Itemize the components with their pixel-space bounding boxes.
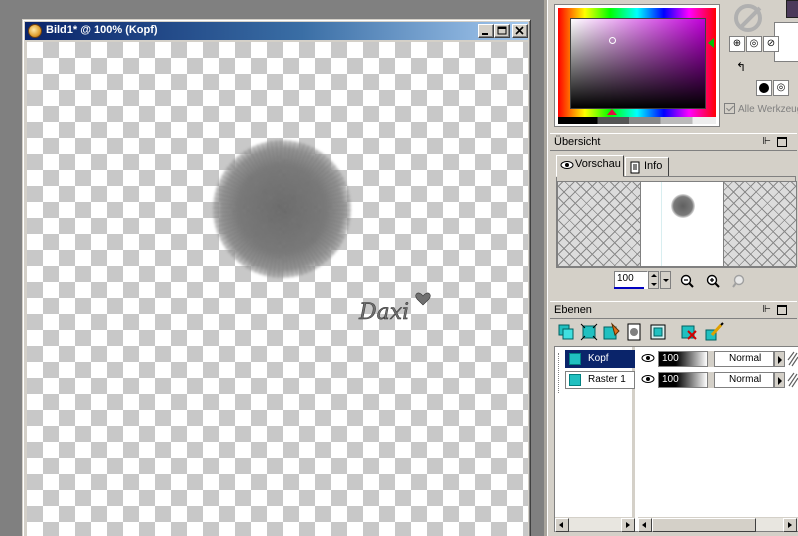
- all-tools-label: Alle Werkzeuge: [738, 104, 798, 115]
- preview-thumbnail: [671, 194, 695, 218]
- new-vector-layer-icon[interactable]: [579, 322, 599, 342]
- tab-preview[interactable]: Vorschau: [556, 155, 624, 177]
- new-adjustment-layer-icon[interactable]: [648, 322, 668, 342]
- layers-palette-header[interactable]: Ebenen ⊩: [550, 301, 797, 319]
- palette-dock: ⊕ ◎ ⊘ ↰ ◎ Alle Werkzeuge Übersicht ⊩ Vor…: [547, 0, 798, 536]
- minimize-button[interactable]: [478, 24, 494, 38]
- no-style-icon[interactable]: ⊘: [763, 36, 779, 52]
- blend-mode-arrow[interactable]: [774, 372, 785, 388]
- maximize-button[interactable]: [494, 24, 510, 38]
- foreground-color-swatch[interactable]: [786, 0, 798, 18]
- layers-list: Kopf Raster 1 100 Normal 100 Normal: [554, 346, 798, 532]
- layers-tree-scrollbar[interactable]: [555, 517, 635, 532]
- preview-viewport-line: [661, 182, 662, 266]
- gradient-style-icon[interactable]: ◎: [746, 36, 762, 52]
- scroll-left-icon[interactable]: [638, 518, 652, 532]
- layers-properties-pane: 100 Normal 100 Normal: [638, 347, 798, 517]
- grayscale-strip[interactable]: [558, 117, 716, 124]
- tab-info[interactable]: Info: [625, 157, 669, 177]
- scrollbar-thumb[interactable]: [652, 518, 756, 532]
- watermark-text: Daxi: [358, 300, 409, 325]
- color-picker-dot[interactable]: [609, 37, 616, 44]
- layer-thumbnail-icon: [569, 353, 581, 365]
- image-canvas[interactable]: Daxi: [27, 42, 528, 536]
- new-raster-layer-icon[interactable]: [556, 322, 576, 342]
- palette-maximize-icon[interactable]: [777, 137, 787, 147]
- visibility-eye-icon[interactable]: [641, 374, 655, 384]
- blend-mode-select[interactable]: Normal: [714, 351, 774, 367]
- zoom-fit-icon[interactable]: [731, 273, 747, 289]
- layers-properties-scrollbar[interactable]: [638, 517, 798, 532]
- tab-info-label: Info: [644, 160, 663, 172]
- new-mask-layer-icon[interactable]: [625, 322, 645, 342]
- lock-transparency-icon[interactable]: [787, 351, 798, 367]
- blend-mode-arrow[interactable]: [774, 351, 785, 367]
- hue-marker-bottom: [607, 109, 617, 115]
- layer-properties-row: 100 Normal: [638, 350, 798, 368]
- scroll-right-icon[interactable]: [783, 518, 797, 532]
- saturation-lightness-box[interactable]: [570, 18, 706, 109]
- layers-tree-pane: Kopf Raster 1: [555, 347, 635, 517]
- layer-properties-row: 100 Normal: [638, 371, 798, 389]
- layers-title: Ebenen: [554, 304, 592, 316]
- zoom-spinner[interactable]: [648, 271, 659, 289]
- pin-icon[interactable]: ⊩: [762, 304, 771, 315]
- zoom-dropdown[interactable]: [660, 271, 671, 289]
- document-title: Bild1* @ 100% (Kopf): [46, 24, 158, 36]
- scroll-right-icon[interactable]: [621, 518, 635, 532]
- all-tools-checkbox[interactable]: [724, 103, 735, 114]
- zoom-in-icon[interactable]: [705, 273, 721, 289]
- black-color-dot: [759, 83, 769, 93]
- hue-marker-right: [708, 38, 714, 48]
- document-window[interactable]: Bild1* @ 100% (Kopf) Daxi: [22, 19, 531, 536]
- all-tools-option[interactable]: Alle Werkzeuge: [724, 103, 798, 115]
- zoom-input-underline: [614, 287, 644, 289]
- document-titlebar[interactable]: Bild1* @ 100% (Kopf): [25, 22, 528, 40]
- fur-ball-image: [213, 140, 351, 278]
- scroll-left-icon[interactable]: [555, 518, 569, 532]
- overview-title: Übersicht: [554, 136, 601, 148]
- transparent-style-icon[interactable]: [734, 4, 762, 32]
- zoom-out-icon[interactable]: [679, 273, 695, 289]
- lock-transparency-icon[interactable]: [787, 372, 798, 388]
- tab-preview-label: Vorschau: [575, 158, 621, 170]
- preview-page: [640, 182, 724, 266]
- eye-icon: [560, 161, 574, 169]
- hue-spectrum[interactable]: [558, 8, 716, 117]
- layer-thumbnail-icon: [569, 374, 581, 386]
- color-style-icon[interactable]: ⊕: [729, 36, 745, 52]
- new-art-media-layer-icon[interactable]: [602, 322, 622, 342]
- close-icon: [515, 26, 524, 35]
- paint-shop-pro-icon[interactable]: [28, 24, 42, 38]
- opacity-slider[interactable]: 100: [658, 372, 708, 388]
- visibility-eye-icon[interactable]: [641, 353, 655, 363]
- opacity-slider[interactable]: 100: [658, 351, 708, 367]
- close-button[interactable]: [512, 24, 528, 38]
- color-palette[interactable]: [554, 4, 720, 127]
- palette-maximize-icon[interactable]: [777, 305, 787, 315]
- delete-layer-icon[interactable]: [679, 322, 699, 342]
- maximize-icon: [497, 26, 507, 35]
- overview-palette-header[interactable]: Übersicht ⊩: [550, 133, 797, 151]
- edit-selection-icon[interactable]: [704, 322, 724, 342]
- preview-panel: [556, 176, 797, 268]
- layers-toolbar: [554, 322, 794, 344]
- preview-area[interactable]: [557, 181, 797, 267]
- pattern-fill-icon[interactable]: ◎: [773, 80, 789, 96]
- blend-mode-select[interactable]: Normal: [714, 372, 774, 388]
- minimize-icon: [482, 33, 488, 35]
- document-icon: [630, 161, 640, 174]
- pin-icon[interactable]: ⊩: [762, 136, 771, 147]
- heart-icon: [415, 292, 431, 306]
- swap-colors-icon[interactable]: ↰: [736, 60, 746, 74]
- watermark-signature: Daxi: [358, 292, 431, 325]
